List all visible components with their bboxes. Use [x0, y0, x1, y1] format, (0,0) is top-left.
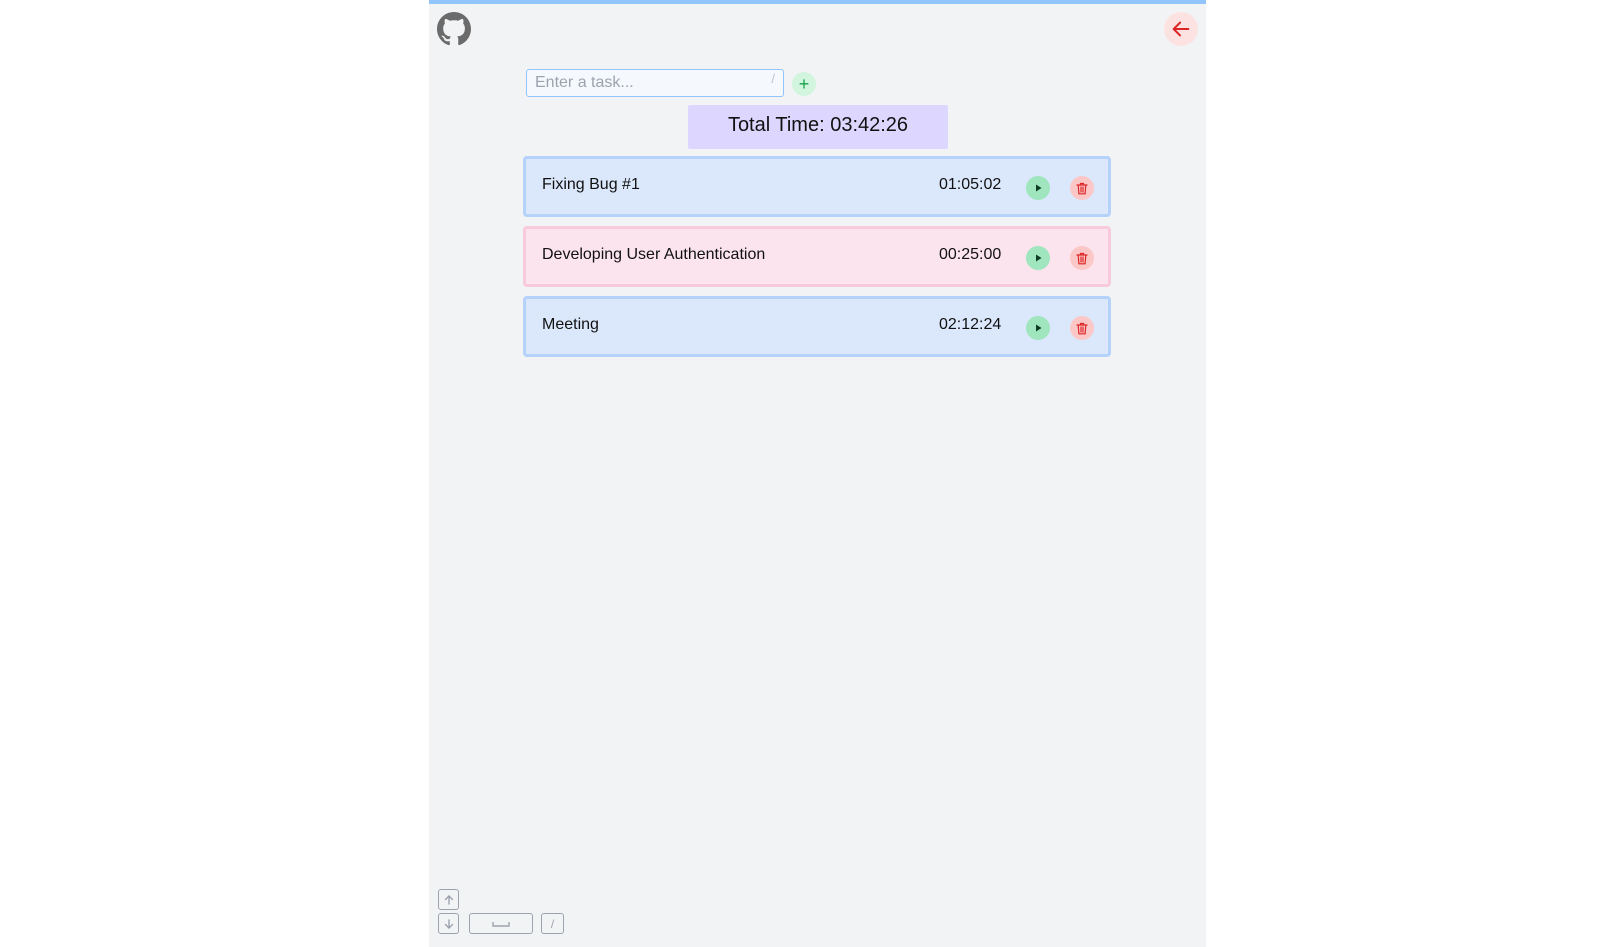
task-item: Meeting 02:12:24: [523, 296, 1111, 357]
arrow-left-icon: [1172, 21, 1190, 37]
slash-key-label: /: [550, 916, 555, 931]
plus-icon: +: [798, 74, 810, 94]
task-name: Meeting: [542, 316, 599, 333]
task-item: Developing User Authentication 00:25:00: [523, 226, 1111, 287]
play-icon: [1036, 254, 1042, 262]
task-time: 02:12:24: [939, 316, 1002, 333]
trash-icon: [1076, 182, 1088, 194]
github-icon[interactable]: [437, 12, 471, 46]
slash-key-icon: /: [541, 913, 564, 934]
space-key-icon: [469, 913, 533, 934]
task-input-wrapper: /: [526, 69, 784, 97]
total-time-display: Total Time: 03:42:26: [688, 105, 948, 149]
arrow-down-key-icon: [438, 913, 459, 934]
task-name: Developing User Authentication: [542, 246, 766, 263]
task-time: 01:05:02: [939, 176, 1002, 193]
task-time: 00:25:00: [939, 246, 1002, 263]
trash-icon: [1076, 322, 1088, 334]
add-task-button[interactable]: +: [792, 72, 816, 96]
back-button[interactable]: [1164, 12, 1198, 46]
shortcut-hint: /: [771, 71, 775, 86]
arrow-up-key-icon: [438, 889, 459, 910]
task-item: Fixing Bug #1 01:05:02: [523, 156, 1111, 217]
play-button[interactable]: [1026, 246, 1050, 270]
task-input[interactable]: [527, 70, 773, 96]
play-icon: [1036, 184, 1042, 192]
total-time-label: Total Time: 03:42:26: [727, 114, 909, 136]
delete-button[interactable]: [1070, 176, 1094, 200]
task-name: Fixing Bug #1: [542, 176, 640, 193]
trash-icon: [1076, 252, 1088, 264]
play-button[interactable]: [1026, 176, 1050, 200]
app-container: / + Total Time: 03:42:26 Fixing Bug #1 0…: [429, 0, 1206, 947]
play-icon: [1036, 324, 1042, 332]
delete-button[interactable]: [1070, 316, 1094, 340]
delete-button[interactable]: [1070, 246, 1094, 270]
play-button[interactable]: [1026, 316, 1050, 340]
